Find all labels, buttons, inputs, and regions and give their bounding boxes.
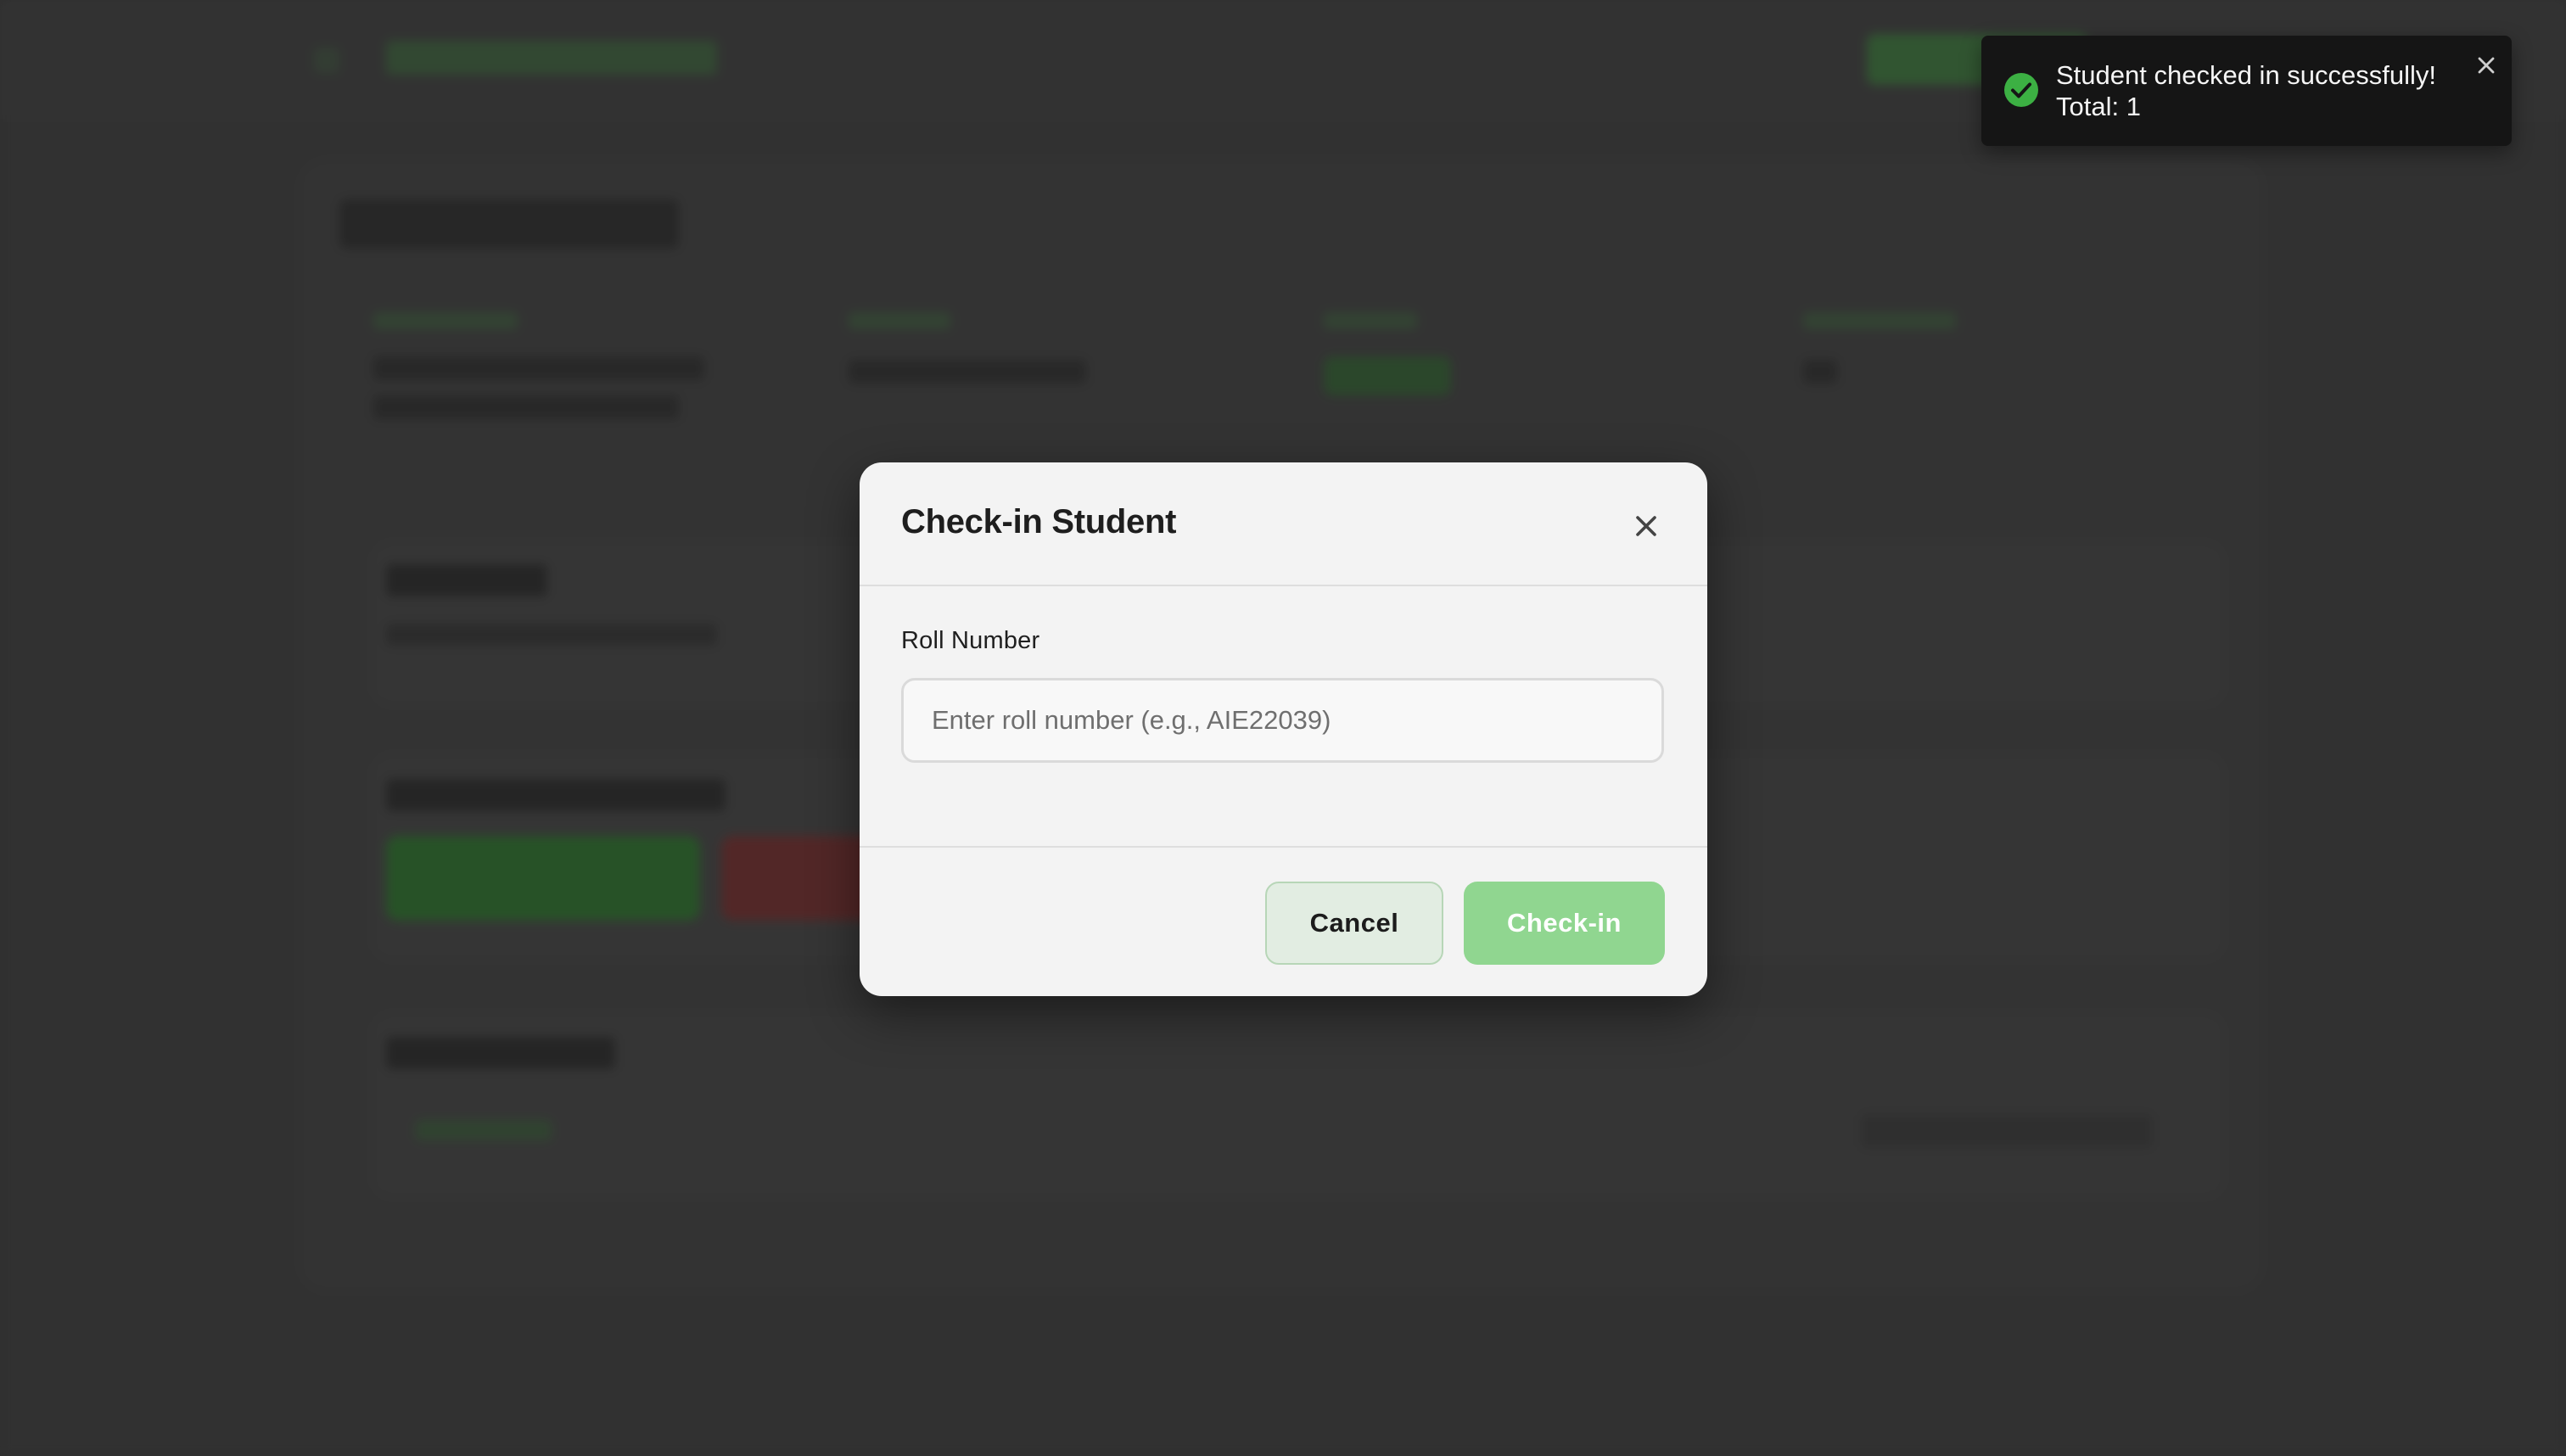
checkin-button[interactable]: Check-in [1464, 882, 1665, 965]
modal-header: Check-in Student [860, 462, 1707, 586]
toast-close-button[interactable] [2472, 51, 2501, 80]
close-icon [1636, 516, 1656, 536]
toast-line-2: Total: 1 [2056, 92, 2141, 121]
modal-footer: Cancel Check-in [860, 846, 1707, 996]
modal-body: Roll Number [860, 588, 1707, 848]
toast-line-1: Student checked in successfully! [2056, 60, 2437, 90]
checkin-modal: Check-in Student Roll Number Cancel Chec… [860, 462, 1707, 996]
roll-number-input[interactable] [901, 678, 1664, 763]
cancel-button[interactable]: Cancel [1265, 882, 1443, 965]
check-circle-icon [2004, 73, 2038, 107]
close-icon [2478, 57, 2495, 74]
roll-number-label: Roll Number [901, 627, 1040, 654]
modal-title: Check-in Student [901, 503, 1177, 540]
toast-message: Student checked in successfully! Total: … [2056, 59, 2436, 122]
modal-close-button[interactable] [1622, 501, 1671, 551]
success-toast: Student checked in successfully! Total: … [1981, 36, 2512, 146]
